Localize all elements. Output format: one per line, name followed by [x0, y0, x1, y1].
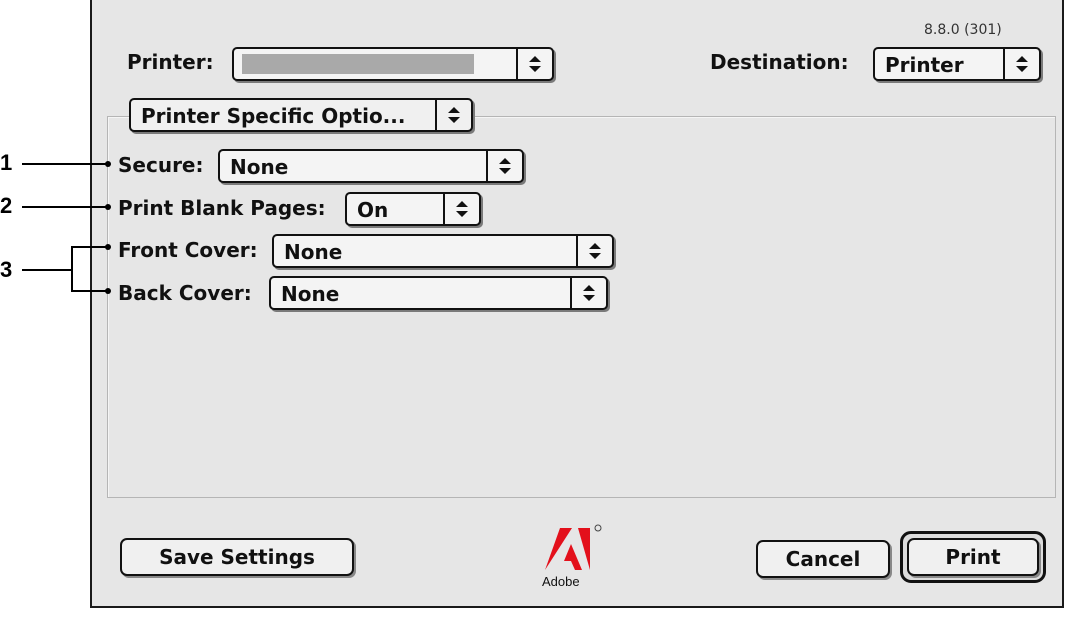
back-cover-label: Back Cover:: [118, 281, 252, 305]
callout-3-line: [22, 269, 72, 271]
up-down-arrows-icon: [570, 278, 606, 308]
back-cover-value: None: [281, 282, 340, 306]
adobe-wordmark: Adobe: [542, 574, 580, 589]
print-blank-pages-popup[interactable]: On: [345, 192, 481, 226]
callout-3-dot-top: [105, 244, 111, 250]
up-down-arrows-icon: [486, 151, 522, 181]
secure-popup[interactable]: None: [218, 149, 524, 183]
up-down-arrows-icon: [1003, 49, 1039, 79]
cancel-button[interactable]: Cancel: [756, 540, 890, 578]
destination-popup[interactable]: Printer: [873, 47, 1041, 81]
print-blank-pages-label: Print Blank Pages:: [118, 196, 326, 220]
secure-value: None: [230, 155, 289, 179]
up-down-arrows-icon: [516, 49, 552, 79]
destination-label: Destination:: [710, 50, 849, 74]
front-cover-value: None: [284, 240, 343, 264]
callout-1: 1: [0, 150, 13, 175]
callout-2-dot: [105, 204, 111, 210]
callout-3-dot-bottom: [105, 288, 111, 294]
callout-2-line: [22, 206, 108, 208]
callout-3-line-bottom: [71, 290, 108, 292]
printer-popup[interactable]: [232, 47, 554, 81]
print-blank-pages-value: On: [357, 198, 389, 222]
callout-3-line-top: [71, 246, 108, 248]
secure-label: Secure:: [118, 153, 204, 177]
up-down-arrows-icon: [443, 194, 479, 224]
print-button[interactable]: Print: [907, 538, 1039, 576]
up-down-arrows-icon: [435, 100, 471, 130]
printer-label: Printer:: [127, 50, 214, 74]
callout-3-bracket: [71, 246, 73, 292]
front-cover-label: Front Cover:: [118, 238, 258, 262]
destination-value: Printer: [885, 53, 964, 77]
save-settings-button[interactable]: Save Settings: [120, 538, 354, 576]
callout-1-dot: [105, 161, 111, 167]
panel-menu-value: Printer Specific Optio...: [141, 104, 406, 128]
callout-3: 3: [0, 257, 13, 282]
version-label: 8.8.0 (301): [924, 22, 1002, 38]
printer-name-redacted: [242, 54, 474, 74]
panel-menu-popup[interactable]: Printer Specific Optio...: [129, 98, 473, 132]
callout-2: 2: [0, 193, 13, 218]
adobe-logo: Adobe: [540, 522, 610, 592]
back-cover-popup[interactable]: None: [269, 276, 608, 310]
callout-1-line: [22, 163, 108, 165]
front-cover-popup[interactable]: None: [272, 234, 614, 268]
up-down-arrows-icon: [576, 236, 612, 266]
